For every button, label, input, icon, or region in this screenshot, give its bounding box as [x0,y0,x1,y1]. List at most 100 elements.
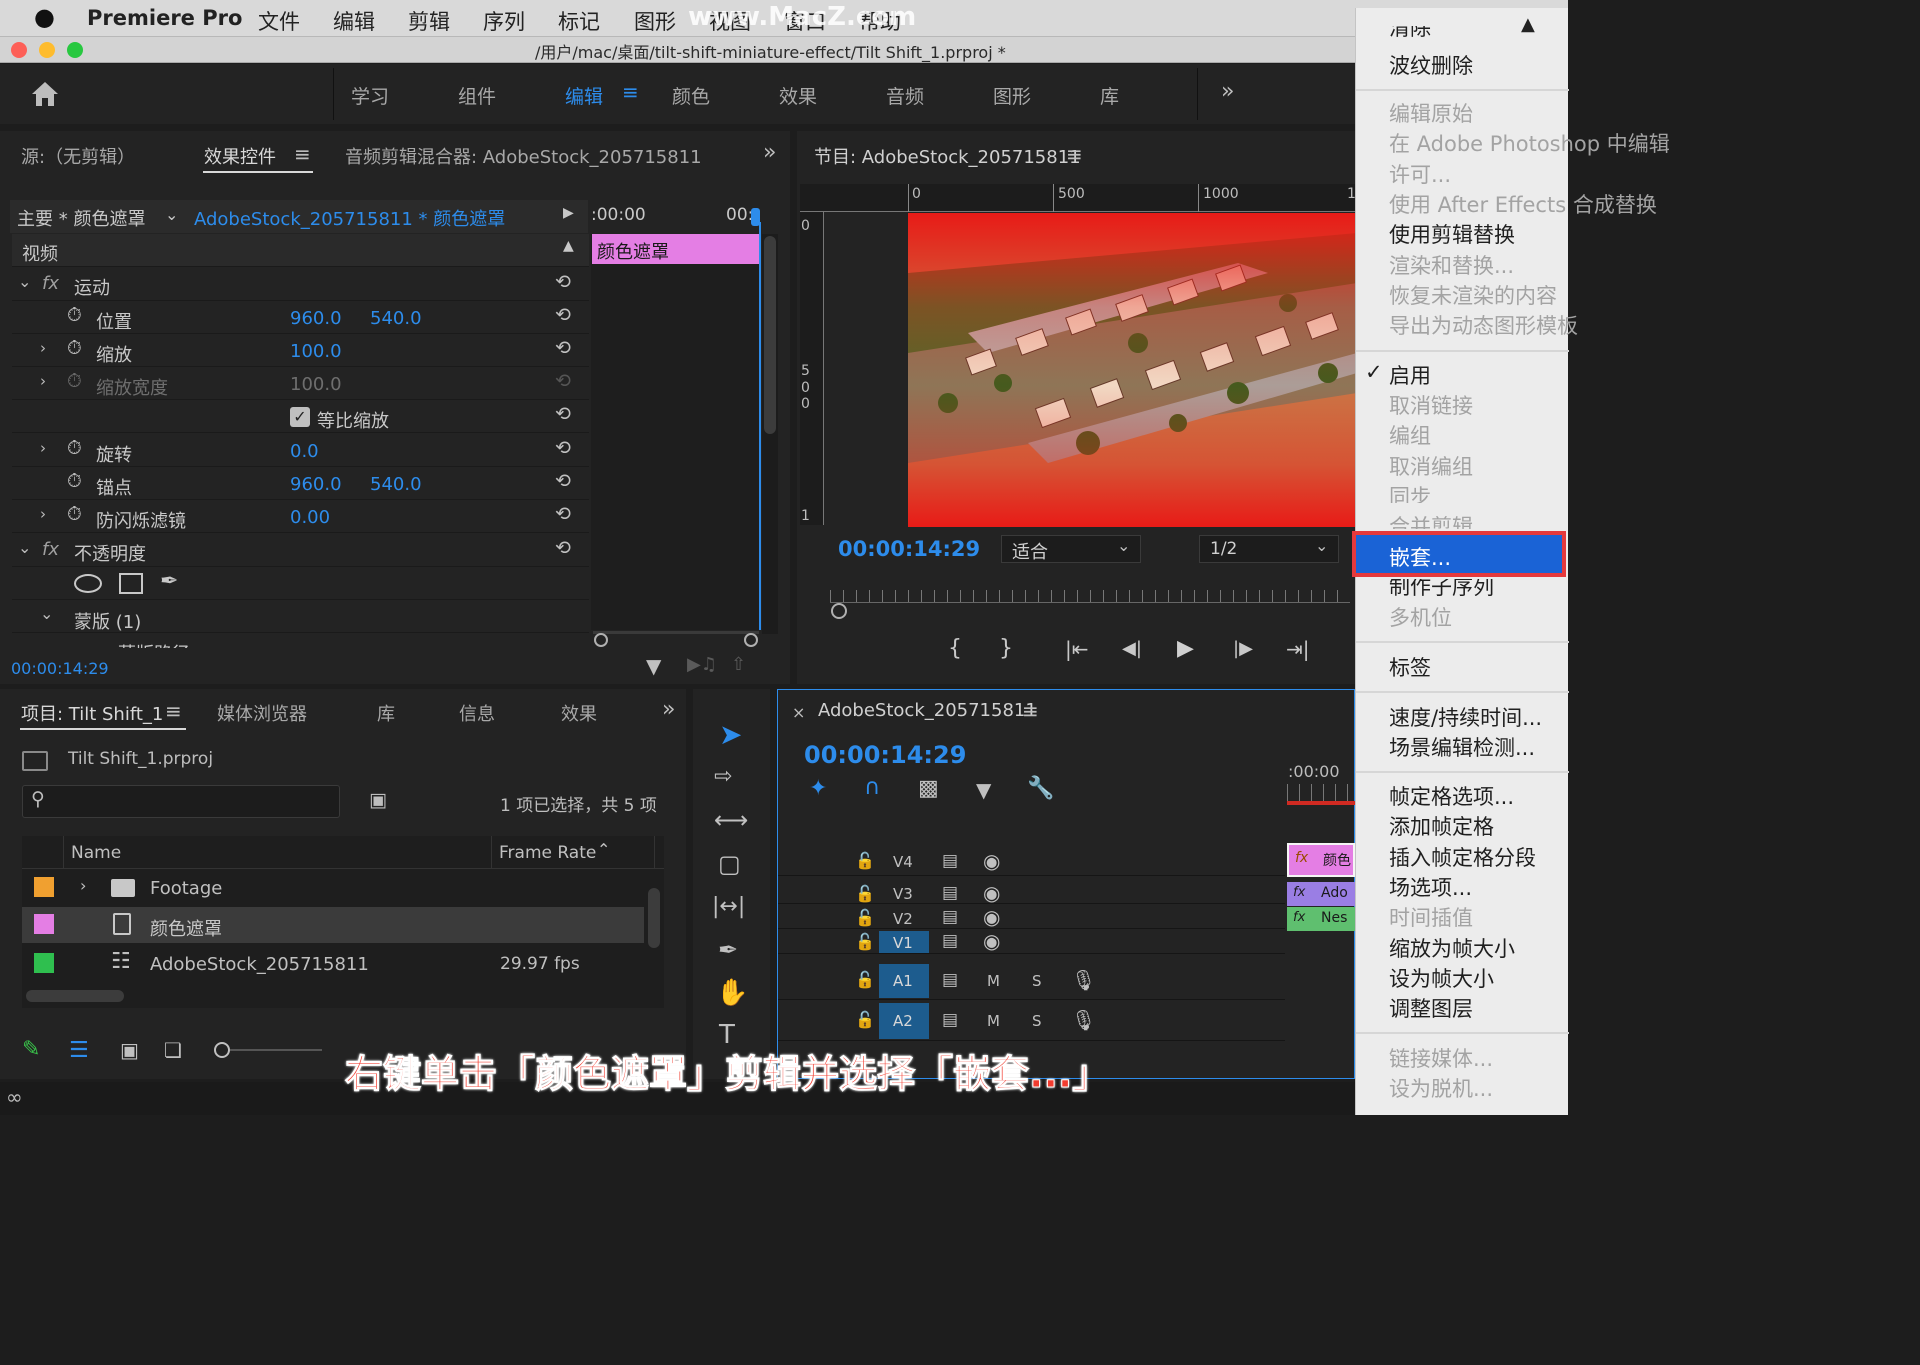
list-item-selected[interactable]: 颜色遮罩 [22,907,644,943]
wrench-icon[interactable]: 🔧 [1027,776,1054,801]
mute-button[interactable]: M [987,972,1000,990]
anchor-x-value[interactable]: 960.0 [290,474,342,495]
eye-icon[interactable]: ◉ [983,929,1000,953]
tab-media-browser[interactable]: 媒体浏览器 [217,700,307,726]
menu-item-enable[interactable]: 启用 [1389,360,1431,390]
tab-effects[interactable]: 效果 [561,700,597,726]
chevron-down-icon[interactable]: ⌄ [18,272,31,291]
program-scrubber[interactable] [830,590,1350,602]
toggle-sync-icon[interactable]: ▤ [942,907,958,927]
column-frame-rate[interactable]: Frame Rate [499,843,596,863]
tab-project[interactable]: 项目: Tilt Shift_1 [21,700,163,726]
solo-button[interactable]: S [1032,972,1042,990]
panel-menu-icon[interactable]: ≡ [1022,699,1039,723]
mark-out-icon[interactable]: } [999,636,1013,661]
filter-icon[interactable]: ▼ [646,654,661,678]
chevron-right-icon[interactable]: › [40,439,46,457]
menu-item-frame-hold-options[interactable]: 帧定格选项... [1389,781,1514,811]
position-x-value[interactable]: 960.0 [290,308,342,329]
chevron-right-icon[interactable]: › [40,339,46,357]
program-timecode[interactable]: 00:00:14:29 [838,537,980,561]
mute-button[interactable]: M [987,1012,1000,1030]
scrollbar-thumb[interactable] [764,236,776,434]
zoom-scrollbar[interactable] [593,631,759,634]
nest-toggle-icon[interactable]: ✦ [809,776,827,801]
more-panels-icon[interactable]: » [763,140,776,165]
reset-icon[interactable]: ⟲ [555,503,571,525]
pen-tool-icon[interactable]: ✒ [718,936,738,964]
menu-item-add-frame-hold[interactable]: 添加帧定格 [1389,811,1494,841]
scrubber-handle[interactable] [831,603,847,619]
more-panels-icon[interactable]: » [662,697,675,722]
motion-row[interactable]: ⌄ fx 运动 ⟲ [12,268,589,301]
sort-ascending-icon[interactable]: ⌃ [597,840,610,859]
zoom-slider[interactable] [230,1049,322,1051]
flicker-value[interactable]: 0.00 [290,507,330,528]
scale-value[interactable]: 100.0 [290,341,342,362]
stopwatch-icon[interactable]: ⏱ [67,437,82,459]
opacity-row[interactable]: ⌄ fx 不透明度 ⟲ [12,534,589,567]
track-label[interactable]: V2 [893,910,913,928]
menu-item-replace-with-clip[interactable]: 使用剪辑替换 [1389,219,1515,249]
zoom-handle-right[interactable] [744,633,758,647]
menu-item-scene-edit-detection[interactable]: 场景编辑检测... [1389,732,1535,762]
reset-icon[interactable]: ⟲ [555,437,571,459]
go-to-in-icon[interactable]: |⇤ [1065,637,1089,661]
stopwatch-icon[interactable]: ⏱ [67,470,82,492]
tab-effects[interactable]: 效果 [779,82,817,109]
track-label[interactable]: V4 [893,853,913,871]
reset-icon[interactable]: ⟲ [555,403,571,425]
panel-menu-icon[interactable]: ≡ [165,699,182,723]
hand-tool-icon[interactable]: ✋ [716,978,748,1008]
play-icon[interactable]: ▶ [1177,636,1194,661]
clip-adobestock[interactable]: fx Ado [1287,882,1355,906]
app-menu[interactable]: Premiere Pro [87,6,242,30]
icon-view-icon[interactable]: ▣ [120,1038,139,1062]
menu-item-set-to-frame-size[interactable]: 设为帧大小 [1389,963,1494,993]
tab-source[interactable]: 源:（无剪辑） [21,143,135,169]
tab-libraries[interactable]: 库 [377,700,395,726]
stopwatch-icon[interactable]: ⏱ [67,503,82,525]
pen-mask-icon[interactable]: ✒ [160,569,178,594]
search-input[interactable] [22,785,340,818]
menu-item-speed-duration[interactable]: 速度/持续时间... [1389,702,1542,732]
microphone-icon[interactable]: 🎙 [1071,1008,1096,1032]
program-video-frame[interactable] [908,213,1357,527]
menu-file[interactable]: 文件 [258,6,300,36]
timeline-title[interactable]: AdobeStock_205715811 [818,700,1037,721]
tab-editing[interactable]: 编辑 [565,82,603,109]
rectangle-mask-icon[interactable] [119,573,143,594]
home-icon[interactable] [28,78,62,110]
solo-button[interactable]: S [1032,1012,1042,1030]
list-view-icon[interactable]: ☰ [69,1038,89,1063]
clip-color-matte[interactable]: fx 颜色 [1287,843,1355,877]
track-label[interactable]: A1 [893,972,913,990]
new-search-bin-icon[interactable]: ▣ [369,789,387,811]
track-label[interactable]: V3 [893,885,913,903]
snap-icon[interactable]: ∩ [864,775,880,800]
label-color-swatch[interactable] [34,914,54,934]
play-triangle-icon[interactable]: ▶ [563,205,574,221]
track-label[interactable]: A2 [893,1012,913,1030]
reset-icon[interactable]: ⟲ [555,337,571,359]
master-clip-label[interactable]: 主要 * 颜色遮罩 [17,205,145,231]
apple-icon[interactable]: ● [34,3,55,31]
reset-icon[interactable]: ⟲ [555,470,571,492]
list-item[interactable]: ☷ AdobeStock_205715811 29.97 fps [22,946,644,982]
tab-color[interactable]: 颜色 [672,82,710,109]
eye-icon[interactable]: ◉ [983,849,1000,873]
anchor-y-value[interactable]: 540.0 [370,474,422,495]
pencil-icon[interactable]: ✎ [22,1037,40,1062]
list-item[interactable]: › Footage [22,870,644,906]
effect-controls-timecode[interactable]: 00:00:14:29 [11,659,109,678]
sequence-clip-label[interactable]: AdobeStock_205715811 * 颜色遮罩 [194,205,505,231]
menu-item-field-options[interactable]: 场选项... [1389,872,1472,902]
position-y-value[interactable]: 540.0 [370,308,422,329]
menu-item-scale-to-frame-size[interactable]: 缩放为帧大小 [1389,933,1515,963]
ellipse-mask-icon[interactable] [74,574,102,593]
menu-edit[interactable]: 编辑 [333,6,375,36]
mark-in-icon[interactable]: { [948,636,962,661]
collapse-up-icon[interactable]: ▲ [563,238,574,254]
list-scrollbar[interactable] [648,888,660,948]
lock-icon[interactable]: 🔓 [855,851,875,870]
